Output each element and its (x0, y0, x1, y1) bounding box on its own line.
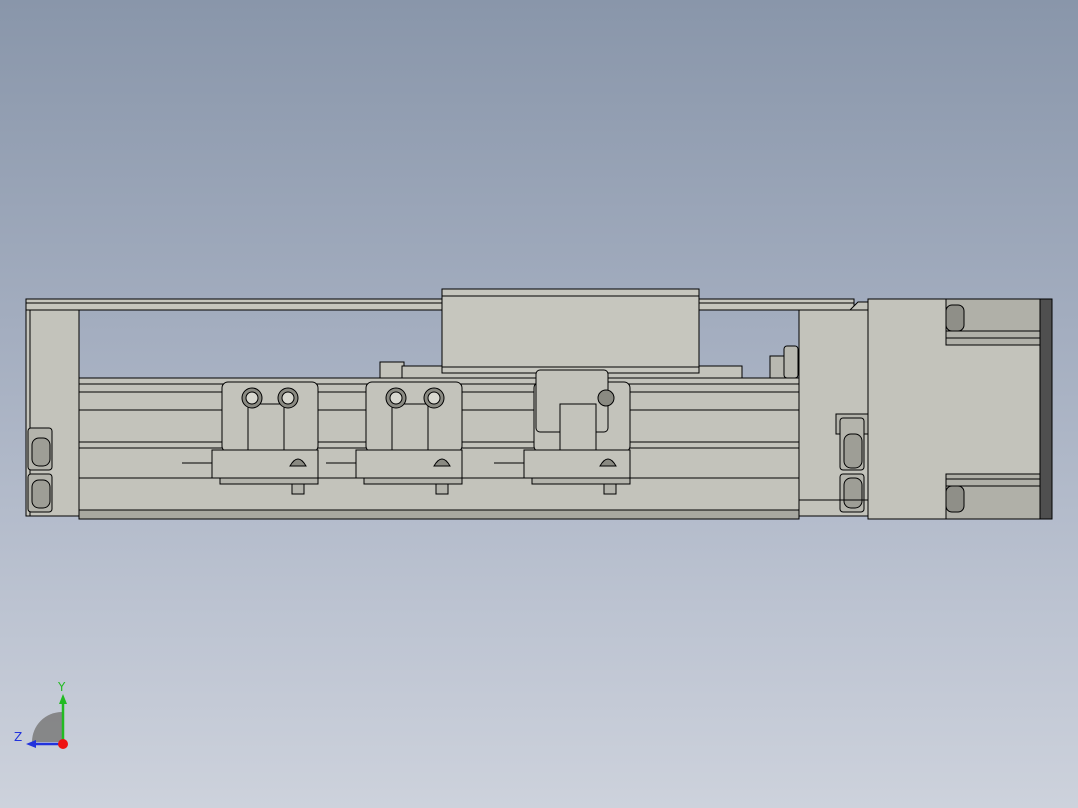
triad-plane-shading (32, 712, 62, 742)
z-axis-arrowhead (26, 740, 36, 748)
slider-carriage (441, 288, 700, 374)
stepper-motor (867, 298, 1053, 520)
orientation-triad[interactable]: Y Z (10, 680, 80, 754)
left-end-cap (25, 309, 80, 517)
y-axis-arrowhead (59, 694, 67, 704)
top-rail (25, 298, 855, 311)
right-end-block (798, 301, 869, 517)
z-axis-label: Z (14, 730, 23, 744)
y-axis-label: Y (58, 680, 66, 694)
linear-actuator-model[interactable] (0, 0, 1078, 808)
graphics-viewport[interactable]: Y Z (0, 0, 1078, 808)
x-axis-point (58, 739, 68, 749)
